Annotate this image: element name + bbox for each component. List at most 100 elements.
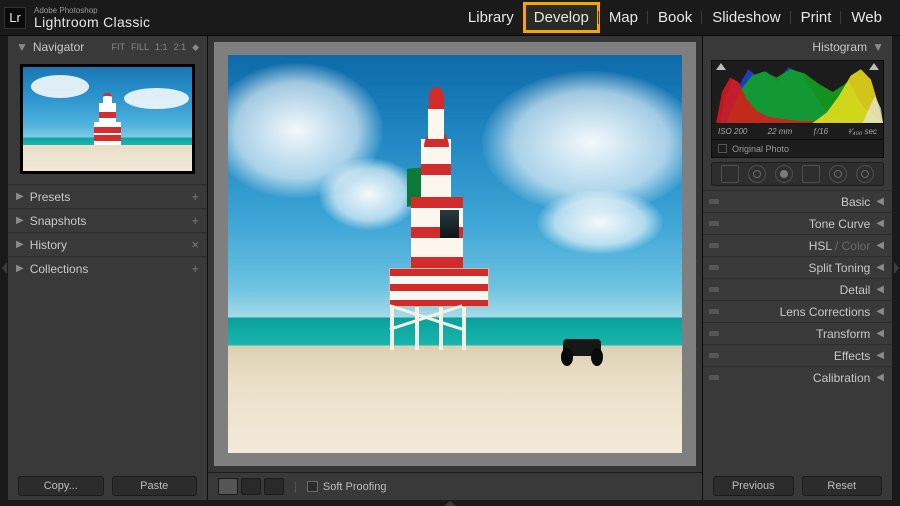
- radial-filter-icon[interactable]: [829, 165, 847, 183]
- clear-icon[interactable]: ×: [191, 237, 199, 252]
- panel-split-toning[interactable]: Split Toning◀: [703, 256, 892, 278]
- before-after-tb-button[interactable]: [264, 478, 284, 495]
- center-column: | Soft Proofing: [208, 36, 702, 500]
- panel-basic[interactable]: Basic◀: [703, 190, 892, 212]
- navigator-header[interactable]: ▼ Navigator FIT FILL 1:1 2:1 ◆: [8, 36, 207, 58]
- zoom-2to1[interactable]: 2:1: [174, 42, 187, 53]
- panel-presets[interactable]: ▶ Presets +: [8, 184, 207, 208]
- panel-effects-label: Effects: [834, 349, 870, 363]
- histogram-header[interactable]: Histogram ▼: [703, 36, 892, 58]
- left-panel-toggle[interactable]: [0, 36, 8, 500]
- disclosure-icon: ▼: [872, 40, 884, 54]
- histogram-plot[interactable]: [712, 61, 883, 123]
- panel-calibration-label: Calibration: [813, 371, 870, 385]
- panel-switch-icon[interactable]: [709, 353, 719, 358]
- exif-shutter: ¹⁄₄₀₀ sec: [848, 127, 877, 136]
- panel-presets-label: Presets: [30, 190, 71, 204]
- module-web[interactable]: Web: [841, 3, 892, 32]
- module-map[interactable]: Map: [599, 3, 648, 32]
- brand-text: Adobe Photoshop Lightroom Classic: [34, 7, 150, 29]
- top-bar: Lr Adobe Photoshop Lightroom Classic Lib…: [0, 0, 900, 36]
- soft-proofing-label: Soft Proofing: [323, 481, 387, 493]
- before-after-lr-button[interactable]: [241, 478, 261, 495]
- panel-calibration[interactable]: Calibration◀: [703, 366, 892, 388]
- zoom-more-icon[interactable]: ◆: [192, 42, 199, 53]
- module-library[interactable]: Library: [458, 3, 524, 32]
- panel-snapshots-label: Snapshots: [30, 214, 87, 228]
- panel-switch-icon[interactable]: [709, 331, 719, 336]
- panel-lens-corrections-label: Lens Corrections: [780, 305, 871, 319]
- panel-switch-icon[interactable]: [709, 309, 719, 314]
- panel-history[interactable]: ▶ History ×: [8, 232, 207, 256]
- panel-lens-corrections[interactable]: Lens Corrections ◀: [703, 300, 892, 322]
- add-icon[interactable]: +: [191, 261, 199, 276]
- panel-switch-icon[interactable]: [709, 221, 719, 226]
- photo-preview: [228, 55, 681, 454]
- panel-tone-curve-label: Tone Curve: [809, 217, 870, 231]
- navigator-title: Navigator: [33, 40, 84, 54]
- exif-iso: ISO 200: [718, 127, 747, 136]
- reset-button[interactable]: Reset: [802, 476, 883, 496]
- filmstrip-toggle[interactable]: [0, 500, 900, 506]
- toolbar: | Soft Proofing: [208, 472, 702, 500]
- graduated-filter-icon[interactable]: [802, 165, 820, 183]
- checkbox-icon: [307, 481, 318, 492]
- chevron-right-icon: ▶: [16, 239, 24, 250]
- module-develop[interactable]: Develop: [524, 3, 599, 32]
- zoom-fill[interactable]: FILL: [131, 42, 149, 53]
- panel-hsl[interactable]: HSL / Color◀: [703, 234, 892, 256]
- panel-detail[interactable]: Detail◀: [703, 278, 892, 300]
- module-book[interactable]: Book: [648, 3, 702, 32]
- chevron-left-icon: ◀: [876, 306, 884, 317]
- panel-switch-icon[interactable]: [709, 265, 719, 270]
- panel-snapshots[interactable]: ▶Snapshots+: [8, 208, 207, 232]
- panel-switch-icon[interactable]: [709, 375, 719, 380]
- previous-button[interactable]: Previous: [713, 476, 794, 496]
- chevron-left-icon: ◀: [876, 284, 884, 295]
- panel-transform[interactable]: Transform◀: [703, 322, 892, 344]
- panel-history-label: History: [30, 238, 67, 252]
- add-icon[interactable]: +: [191, 213, 199, 228]
- panel-switch-icon[interactable]: [709, 287, 719, 292]
- panel-basic-label: Basic: [841, 195, 870, 209]
- module-slideshow[interactable]: Slideshow: [702, 3, 790, 32]
- brand-logo-icon: Lr: [4, 7, 26, 29]
- chevron-right-icon: ▶: [16, 263, 24, 274]
- brush-tool-icon[interactable]: [856, 165, 874, 183]
- canvas[interactable]: [214, 42, 696, 466]
- navigator-zoom: FIT FILL 1:1 2:1 ◆: [112, 42, 199, 53]
- panel-transform-label: Transform: [816, 327, 870, 341]
- loupe-view-button[interactable]: [218, 478, 238, 495]
- soft-proofing-toggle[interactable]: Soft Proofing: [307, 481, 387, 493]
- original-photo-toggle[interactable]: Original Photo: [712, 139, 883, 157]
- exif-aperture: ƒ/16: [812, 127, 828, 136]
- zoom-1to1[interactable]: 1:1: [155, 42, 168, 53]
- panel-tone-curve[interactable]: Tone Curve◀: [703, 212, 892, 234]
- module-picker: Library Develop Map Book Slideshow Print…: [458, 0, 892, 35]
- chevron-left-icon: ◀: [876, 350, 884, 361]
- spot-removal-icon[interactable]: [748, 165, 766, 183]
- copy-button[interactable]: Copy...: [18, 476, 104, 496]
- add-icon[interactable]: +: [191, 189, 199, 204]
- right-panel-toggle[interactable]: [892, 36, 900, 500]
- module-print[interactable]: Print: [791, 3, 842, 32]
- lifeguard-tower: [392, 111, 492, 350]
- navigator-thumb[interactable]: [8, 58, 207, 184]
- histogram-exif: ISO 200 22 mm ƒ/16 ¹⁄₄₀₀ sec: [712, 123, 883, 139]
- chevron-left-icon: ◀: [876, 262, 884, 273]
- redeye-tool-icon[interactable]: [775, 165, 793, 183]
- crop-tool-icon[interactable]: [721, 165, 739, 183]
- panel-collections[interactable]: ▶Collections+: [8, 256, 207, 280]
- chevron-right-icon: ▶: [16, 191, 24, 202]
- brand-big: Lightroom Classic: [34, 15, 150, 29]
- histogram-panel: ISO 200 22 mm ƒ/16 ¹⁄₄₀₀ sec Original Ph…: [711, 60, 884, 158]
- right-column: Histogram ▼ ISO 200 22: [702, 36, 892, 500]
- panel-hsl-dim: / Color: [832, 239, 871, 253]
- paste-button[interactable]: Paste: [112, 476, 198, 496]
- panel-effects[interactable]: Effects ◀: [703, 344, 892, 366]
- panel-switch-icon[interactable]: [709, 199, 719, 204]
- panel-switch-icon[interactable]: [709, 243, 719, 248]
- brand: Lr Adobe Photoshop Lightroom Classic: [4, 7, 150, 29]
- local-tools: [711, 162, 884, 186]
- zoom-fit[interactable]: FIT: [112, 42, 126, 53]
